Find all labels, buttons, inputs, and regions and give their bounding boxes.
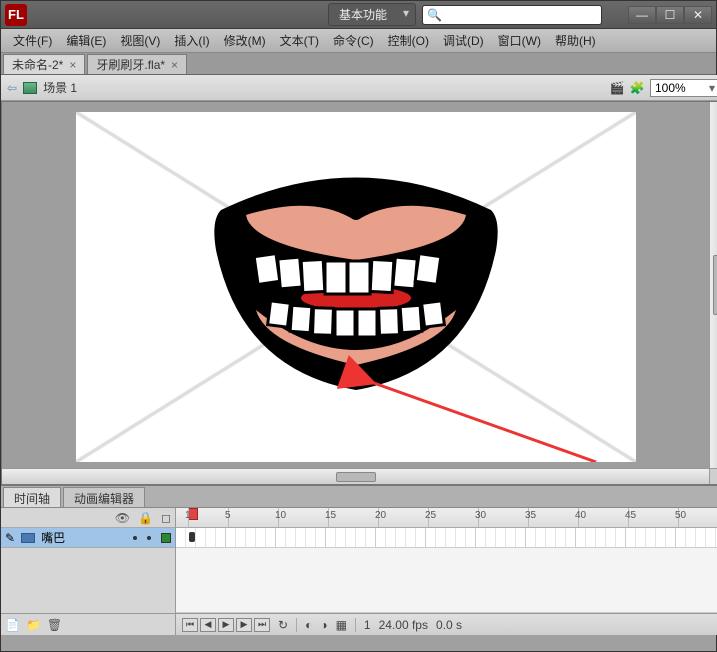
next-frame-button[interactable]: ▶ bbox=[236, 618, 252, 632]
first-frame-button[interactable]: ⏮ bbox=[182, 618, 198, 632]
elapsed-label: 0.0 s bbox=[436, 618, 462, 632]
stage-area bbox=[1, 101, 717, 485]
vertical-scrollbar[interactable] bbox=[709, 102, 717, 468]
eye-icon[interactable]: 👁 bbox=[115, 511, 130, 525]
layers-column: 👁 🔒 ◻ ✎ 嘴巴 bbox=[1, 508, 176, 635]
close-icon[interactable]: × bbox=[69, 58, 76, 72]
close-icon[interactable]: × bbox=[171, 58, 178, 72]
loop-icon[interactable]: ↻ bbox=[278, 618, 288, 632]
menu-help[interactable]: 帮助(H) bbox=[549, 29, 602, 52]
last-frame-button[interactable]: ⏭ bbox=[254, 618, 270, 632]
play-button[interactable]: ▶ bbox=[218, 618, 234, 632]
delete-layer-icon[interactable]: 🗑 bbox=[47, 618, 62, 632]
layer-name[interactable]: 嘴巴 bbox=[41, 529, 65, 546]
zoom-value: 100% bbox=[655, 81, 686, 95]
title-bar: FL 基本功能 🔍 — ☐ ✕ bbox=[1, 1, 716, 29]
menu-debug[interactable]: 调试(D) bbox=[437, 29, 490, 52]
doc-tab-label: 牙刷刷牙.fla* bbox=[96, 56, 165, 73]
search-icon: 🔍 bbox=[427, 8, 442, 22]
pencil-icon: ✎ bbox=[5, 531, 15, 545]
menu-bar: 文件(F) 编辑(E) 视图(V) 插入(I) 修改(M) 文本(T) 命令(C… bbox=[1, 29, 716, 53]
menu-view[interactable]: 视图(V) bbox=[114, 29, 166, 52]
frames-column: 15101520253035404550 ⏮ ◀ ▶ ▶ ⏭ bbox=[176, 508, 717, 635]
tab-timeline[interactable]: 时间轴 bbox=[3, 487, 61, 507]
horizontal-scrollbar[interactable] bbox=[2, 468, 709, 484]
current-frame: 1 bbox=[364, 618, 371, 632]
zoom-select[interactable]: 100% bbox=[650, 79, 717, 97]
menu-text[interactable]: 文本(T) bbox=[274, 29, 325, 52]
fps-label: 24.00 fps bbox=[379, 618, 428, 632]
annotation-arrow bbox=[76, 112, 636, 462]
back-arrow-icon[interactable]: ⇦ bbox=[7, 81, 17, 95]
tab-motion-editor[interactable]: 动画编辑器 bbox=[63, 487, 145, 507]
scene-icon bbox=[23, 82, 37, 94]
lock-dot[interactable] bbox=[147, 536, 151, 540]
scene-bar: ⇦ 场景 1 🎬 🧩 100% bbox=[1, 75, 717, 101]
close-button[interactable]: ✕ bbox=[684, 6, 712, 24]
prev-frame-button[interactable]: ◀ bbox=[200, 618, 216, 632]
timeline-ruler[interactable]: 15101520253035404550 bbox=[176, 508, 717, 528]
search-box[interactable]: 🔍 bbox=[422, 5, 602, 25]
app-logo: FL bbox=[5, 4, 27, 26]
menu-file[interactable]: 文件(F) bbox=[7, 29, 58, 52]
onion-outline-icon[interactable]: ◑ bbox=[320, 618, 327, 632]
menu-commands[interactable]: 命令(C) bbox=[327, 29, 380, 52]
workspace-area: 基本功能 🔍 — ☐ ✕ bbox=[328, 3, 712, 26]
visibility-dot[interactable] bbox=[133, 536, 137, 540]
workspace-switcher[interactable]: 基本功能 bbox=[328, 3, 416, 26]
new-layer-icon[interactable]: 📄 bbox=[5, 618, 20, 632]
layer-row[interactable]: ✎ 嘴巴 bbox=[1, 528, 175, 548]
document-tabs: 未命名-2* × 牙刷刷牙.fla* × bbox=[1, 53, 716, 75]
scene-name: 场景 1 bbox=[43, 79, 77, 96]
menu-edit[interactable]: 编辑(E) bbox=[60, 29, 112, 52]
new-folder-icon[interactable]: 📁 bbox=[26, 618, 41, 632]
layer-icon bbox=[21, 533, 35, 543]
menu-control[interactable]: 控制(O) bbox=[382, 29, 435, 52]
menu-window[interactable]: 窗口(W) bbox=[492, 29, 547, 52]
timeline-status: ⏮ ◀ ▶ ▶ ⏭ ↻ ◐ ◑ ▦ 1 bbox=[176, 613, 717, 635]
edit-frames-icon[interactable]: ▦ bbox=[336, 618, 347, 632]
maximize-button[interactable]: ☐ bbox=[656, 6, 684, 24]
search-input[interactable] bbox=[444, 9, 597, 21]
doc-tab-1[interactable]: 未命名-2* × bbox=[3, 54, 85, 74]
doc-tab-2[interactable]: 牙刷刷牙.fla* × bbox=[87, 54, 187, 74]
menu-insert[interactable]: 插入(I) bbox=[168, 29, 215, 52]
frames-track[interactable] bbox=[176, 528, 717, 548]
timeline-panel: 时间轴 动画编辑器 👁 🔒 ◻ ✎ 嘴巴 bbox=[1, 485, 717, 635]
keyframe[interactable] bbox=[189, 532, 195, 542]
minimize-button[interactable]: — bbox=[628, 6, 656, 24]
outline-icon[interactable]: ◻ bbox=[161, 511, 171, 525]
edit-scene-icon[interactable]: 🎬 bbox=[610, 81, 624, 95]
onion-skin-icon[interactable]: ◐ bbox=[305, 618, 312, 632]
doc-tab-label: 未命名-2* bbox=[12, 56, 63, 73]
stage-canvas[interactable] bbox=[76, 112, 636, 462]
menu-modify[interactable]: 修改(M) bbox=[218, 29, 272, 52]
edit-symbol-icon[interactable]: 🧩 bbox=[630, 81, 644, 95]
lock-icon[interactable]: 🔒 bbox=[138, 511, 153, 525]
outline-swatch[interactable] bbox=[161, 533, 171, 543]
